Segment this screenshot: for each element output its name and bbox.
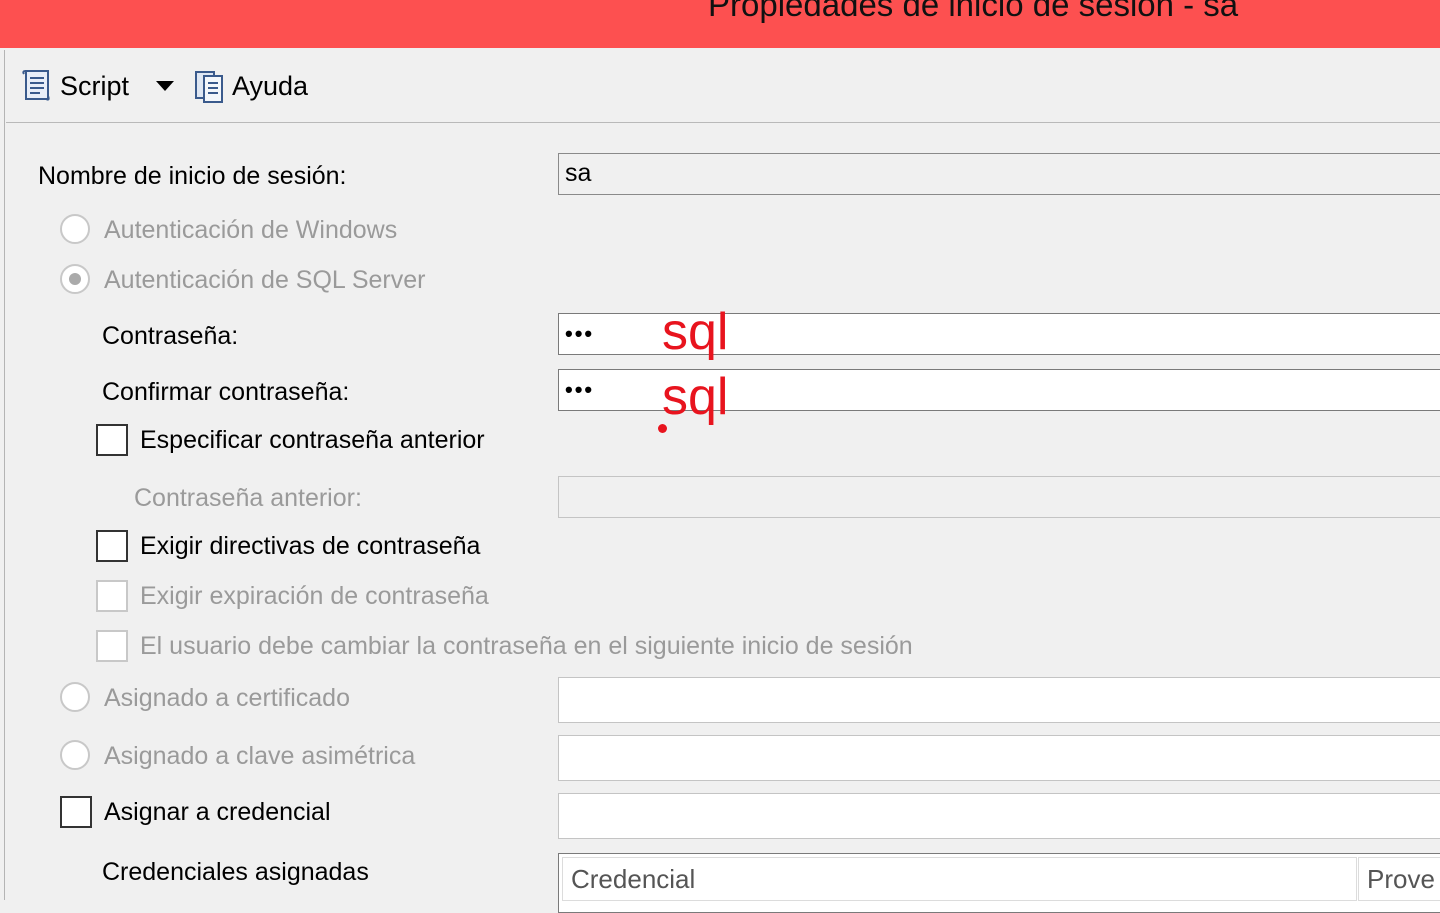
radio-selected-dot — [69, 273, 81, 285]
must-change-label: El usuario debe cambiar la contraseña en… — [140, 632, 913, 660]
password-mask: ••• — [565, 321, 595, 346]
mapped-credentials-grid[interactable]: Credencial Prove — [558, 853, 1440, 913]
auth-sql-radio[interactable] — [60, 264, 90, 294]
password-annotation: sql — [662, 303, 729, 361]
map-credential-label: Asignar a credencial — [104, 798, 331, 826]
script-button[interactable]: Script — [20, 66, 129, 106]
confirm-password-label: Confirmar contraseña: — [102, 378, 350, 406]
confirm-annotation: sql — [662, 368, 729, 426]
content-border — [4, 50, 5, 900]
enforce-policy-checkbox[interactable] — [96, 530, 128, 562]
auth-windows-label: Autenticación de Windows — [104, 216, 398, 244]
old-password-label: Contraseña anterior: — [134, 484, 362, 512]
help-button[interactable]: Ayuda — [192, 66, 308, 106]
script-dropdown-button[interactable] — [156, 66, 174, 106]
login-name-label: Nombre de inicio de sesión: — [38, 162, 347, 190]
auth-sql-label: Autenticación de SQL Server — [104, 266, 426, 294]
title-bar: Propiedades de inicio de sesión - sa — [0, 0, 1440, 48]
specify-old-password-checkbox[interactable] — [96, 424, 128, 456]
asym-key-select[interactable] — [558, 735, 1440, 781]
confirm-password-mask: ••• — [565, 377, 595, 402]
mapped-certificate-label: Asignado a certificado — [104, 684, 350, 712]
password-label: Contraseña: — [102, 322, 239, 350]
must-change-checkbox[interactable] — [96, 630, 128, 662]
toolbar: Script Ayuda — [6, 50, 1440, 123]
enforce-policy-label: Exigir directivas de contraseña — [140, 532, 481, 560]
grid-header-provider[interactable]: Prove — [1358, 857, 1440, 901]
script-icon — [20, 68, 54, 104]
specify-old-password-label: Especificar contraseña anterior — [140, 426, 485, 454]
help-icon — [192, 68, 226, 104]
mapped-credentials-label: Credenciales asignadas — [102, 858, 369, 886]
script-label: Script — [60, 70, 130, 101]
grid-header-credential[interactable]: Credencial — [562, 857, 1357, 901]
help-label: Ayuda — [232, 70, 309, 101]
map-credential-checkbox[interactable] — [60, 796, 92, 828]
certificate-select[interactable] — [558, 677, 1440, 723]
chevron-down-icon — [156, 81, 174, 91]
mapped-asym-key-radio[interactable] — [60, 740, 90, 770]
login-name-field[interactable]: sa — [558, 153, 1440, 195]
annotation-dot — [658, 424, 667, 433]
auth-windows-radio[interactable] — [60, 214, 90, 244]
enforce-expiration-checkbox[interactable] — [96, 580, 128, 612]
mapped-asym-key-label: Asignado a clave asimétrica — [104, 742, 416, 770]
mapped-certificate-radio[interactable] — [60, 682, 90, 712]
enforce-expiration-label: Exigir expiración de contraseña — [140, 582, 489, 610]
old-password-field[interactable] — [558, 476, 1440, 518]
window-title: Propiedades de inicio de sesión - sa — [708, 0, 1239, 23]
credential-select[interactable] — [558, 793, 1440, 839]
